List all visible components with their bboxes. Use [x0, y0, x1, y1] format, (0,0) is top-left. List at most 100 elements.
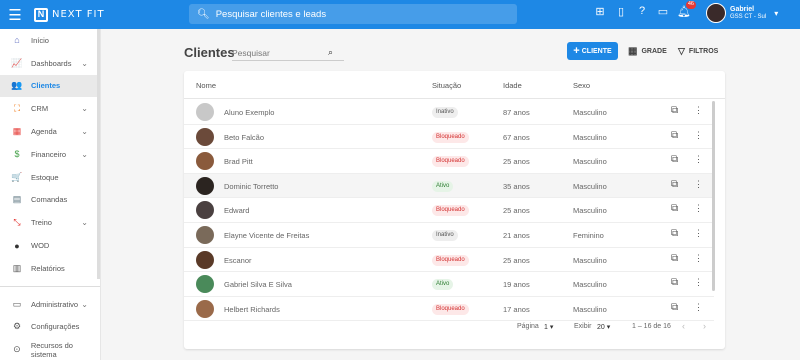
sidebar-item-treino[interactable]: ⤡ Treino ⌄ [0, 211, 100, 234]
global-search-input[interactable] [215, 8, 506, 20]
sidebar-item-relat-rios[interactable]: ▥ Relatórios [0, 257, 100, 280]
open-external-icon[interactable]: ⧉ [671, 302, 678, 313]
page-title: Clientes [184, 45, 235, 60]
open-external-icon[interactable]: ⧉ [671, 154, 678, 165]
page-select[interactable]: 1 ▾ [544, 323, 553, 331]
grid-view-button[interactable]: ▦ GRADE [628, 42, 667, 60]
table-scrollbar[interactable] [712, 101, 715, 291]
sidebar-item-dashboards[interactable]: 📈 Dashboards ⌄ [0, 52, 100, 75]
open-external-icon[interactable]: ⧉ [671, 277, 678, 288]
status-badge: Bloqueado [432, 156, 469, 168]
client-name: Helbert Richards [224, 304, 280, 314]
chevron-down-icon: ▾ [774, 8, 779, 18]
table-row[interactable]: Beto Falcão Bloqueado 67 anos Masculino ⧉ ⋮ [184, 125, 714, 150]
filters-button[interactable]: ▽ FILTROS [678, 42, 718, 60]
more-vert-icon[interactable]: ⋮ [694, 154, 703, 165]
sidebar-item-administrativo[interactable]: ▭ Administrativo ⌄ [0, 293, 100, 316]
dashboard-icon: 📈 [11, 57, 23, 68]
open-external-icon[interactable]: ⧉ [671, 253, 678, 264]
table-row[interactable]: Dominic Torretto Ativo 35 anos Masculino ⧉ ⋮ [184, 173, 714, 199]
chevron-down-icon[interactable]: ⌄ [81, 59, 88, 68]
reports-icon: ▥ [12, 262, 22, 273]
table-row[interactable]: Brad Pitt Bloqueado 25 anos Masculino ⧉ ⋮ [184, 149, 714, 174]
status-badge: Inativo [432, 107, 458, 118]
open-external-icon[interactable]: ⧉ [671, 179, 678, 190]
open-external-icon[interactable]: ⧉ [671, 228, 678, 239]
more-vert-icon[interactable]: ⋮ [694, 130, 703, 141]
user-menu[interactable]: Gabriel GSS CT - Sul ▾ [706, 3, 778, 23]
client-sex: Masculino [573, 255, 607, 265]
sidebar-scrollbar[interactable] [97, 29, 100, 279]
prev-page-icon[interactable]: ‹ [682, 321, 685, 331]
open-external-icon[interactable]: ⧉ [671, 105, 678, 116]
add-client-button[interactable]: + CLIENTE [567, 42, 618, 60]
sidebar-item-in-cio[interactable]: ⌂ Início [0, 29, 100, 52]
page-range: 1 – 16 de 16 [632, 323, 671, 330]
client-age: 87 anos [503, 108, 530, 117]
open-external-icon[interactable]: ⧉ [671, 203, 678, 214]
sidebar-item-wod[interactable]: ● WOD [0, 234, 100, 257]
client-name: Edward [224, 206, 250, 216]
sidebar-item-comandas[interactable]: ▤ Comandas [0, 189, 100, 212]
sidebar-item-agenda[interactable]: ▦ Agenda ⌄ [0, 120, 100, 143]
page-value: 1 [544, 324, 548, 331]
global-search[interactable]: 🔍︎ [189, 4, 517, 24]
more-vert-icon[interactable]: ⋮ [694, 228, 703, 239]
cart-icon: 🛒 [11, 171, 23, 182]
table-row[interactable]: Gabriel Silva E Silva Ativo 19 anos Masculi… [184, 272, 714, 297]
avatar [196, 127, 214, 146]
sidebar-item-crm[interactable]: ⛶ CRM ⌄ [0, 97, 100, 120]
avatar [196, 152, 214, 171]
more-vert-icon[interactable]: ⋮ [694, 203, 703, 214]
client-age: 25 anos [503, 157, 530, 167]
more-vert-icon[interactable]: ⋮ [694, 179, 703, 190]
header-status[interactable]: Situação [432, 81, 461, 90]
search-icon[interactable]: ⌕ [328, 47, 333, 58]
bell-icon[interactable]: 🔔︎ 46 [677, 1, 696, 18]
chevron-down-icon[interactable]: ⌄ [81, 300, 88, 309]
client-name: Brad Pitt [224, 157, 253, 167]
client-search[interactable]: ⌕ [232, 45, 344, 61]
chevron-down-icon[interactable]: ⌄ [81, 127, 88, 136]
chevron-down-icon[interactable]: ⌄ [81, 150, 88, 159]
sidebar-item-financeiro[interactable]: $ Financeiro ⌄ [0, 143, 100, 166]
sidebar-item-label: Administrativo [31, 299, 79, 309]
clients-icon: 👥 [11, 80, 23, 91]
table-row[interactable]: Elayne Vicente de Freitas Inativo 21 anos F… [184, 223, 714, 248]
next-page-icon[interactable]: › [703, 321, 706, 331]
chat-icon[interactable]: ▭ [657, 5, 669, 18]
more-vert-icon[interactable]: ⋮ [694, 302, 703, 313]
menu-icon[interactable]: ☰ [0, 0, 30, 29]
table-row[interactable]: Aluno Exemplo Inativo 87 anos Masculino ⧉ ⋮ [184, 100, 714, 125]
mobile-icon[interactable]: ▯ [615, 5, 627, 18]
client-sex: Feminino [573, 231, 604, 240]
sidebar-item-clientes[interactable]: 👥 Clientes [0, 74, 100, 98]
more-vert-icon[interactable]: ⋮ [694, 253, 703, 264]
header-sex[interactable]: Sexo [573, 81, 590, 90]
gift-icon[interactable]: ⊞ [594, 5, 606, 18]
table-row[interactable]: Escanor Bloqueado 25 anos Masculino ⧉ ⋮ [184, 248, 714, 273]
more-vert-icon[interactable]: ⋮ [694, 277, 703, 288]
more-vert-icon[interactable]: ⋮ [694, 105, 703, 116]
filters-label: FILTROS [688, 47, 719, 55]
chevron-down-icon[interactable]: ⌄ [81, 104, 88, 113]
status-badge: Bloqueado [432, 205, 469, 217]
client-search-input[interactable] [232, 47, 328, 58]
sidebar-item-configura-es[interactable]: ⚙ Configurações [0, 316, 100, 339]
clients-table: Nome Situação Idade Sexo Aluno Exemplo In… [184, 71, 725, 349]
table-row[interactable]: Edward Bloqueado 25 anos Masculino ⧉ ⋮ [184, 198, 714, 223]
sidebar-item-recursos-do-sistema[interactable]: ⊙ Recursos do sistema [0, 338, 100, 360]
status-badge: Bloqueado [432, 254, 469, 266]
header-age[interactable]: Idade [503, 81, 522, 90]
sidebar-item-label: CRM [31, 104, 49, 114]
logo[interactable]: N NEXT FIT [34, 7, 189, 22]
toggle-icon: ⊙ [13, 344, 21, 355]
header-name[interactable]: Nome [196, 81, 216, 90]
help-icon[interactable]: ? [636, 5, 648, 17]
chevron-down-icon[interactable]: ⌄ [81, 218, 88, 227]
sidebar-item-estoque[interactable]: 🛒 Estoque [0, 166, 100, 189]
client-name: Elayne Vicente de Freitas [224, 231, 310, 240]
page-size-select[interactable]: 20 ▾ [597, 323, 610, 331]
open-external-icon[interactable]: ⧉ [671, 130, 678, 141]
table-footer: Página 1 ▾ Exibir 20 ▾ 1 – 16 de 16 ‹ › [184, 317, 725, 337]
